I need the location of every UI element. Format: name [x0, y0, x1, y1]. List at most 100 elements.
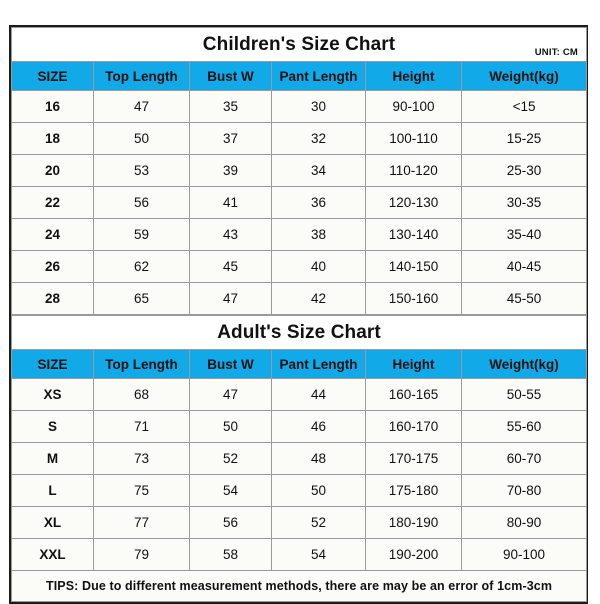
column-header-size: SIZE — [11, 349, 94, 379]
cell-size: M — [11, 442, 94, 475]
table-row: 16 47 35 30 90-100 <15 — [11, 90, 588, 123]
column-header-pant-length: Pant Length — [271, 349, 366, 379]
adult-title-cell: Adult's Size Chart — [11, 315, 587, 350]
cell-size: XL — [11, 506, 94, 539]
cell-height: 110-120 — [365, 154, 462, 187]
cell-bust-w: 41 — [189, 186, 272, 219]
column-header-top-length: Top Length — [93, 349, 190, 379]
cell-size: 22 — [11, 186, 94, 219]
cell-weight: 70-80 — [461, 474, 587, 507]
adult-chart-title: Adult's Size Chart — [217, 322, 381, 343]
cell-size: 28 — [11, 282, 94, 315]
cell-weight: 90-100 — [461, 538, 587, 571]
cell-weight: <15 — [460, 90, 588, 123]
column-header-bust-w: Bust W — [189, 349, 272, 379]
cell-size: 26 — [11, 250, 94, 283]
table-row: M 73 52 48 170-175 60-70 — [11, 442, 587, 475]
cell-height: 160-170 — [365, 410, 462, 443]
cell-height: 170-175 — [365, 442, 462, 475]
cell-top-length: 73 — [93, 442, 190, 475]
cell-height: 160-165 — [365, 378, 462, 411]
cell-pant-length: 38 — [271, 218, 366, 251]
cell-bust-w: 45 — [189, 250, 272, 283]
children-title-cell: Children's Size Chart UNIT: CM — [10, 27, 588, 62]
cell-weight: 60-70 — [461, 442, 587, 475]
cell-height: 130-140 — [365, 218, 462, 251]
cell-top-length: 77 — [93, 506, 190, 539]
cell-height: 180-190 — [365, 506, 462, 539]
tips-row: TIPS: Due to different measurement metho… — [11, 570, 587, 602]
column-header-height: Height — [365, 61, 462, 91]
cell-bust-w: 37 — [189, 122, 272, 155]
table-row: 24 59 43 38 130-140 35-40 — [11, 218, 588, 251]
cell-bust-w: 54 — [189, 474, 272, 507]
cell-top-length: 68 — [93, 378, 190, 411]
cell-weight: 80-90 — [461, 506, 587, 539]
table-row: S 71 50 46 160-170 55-60 — [11, 410, 587, 443]
cell-height: 150-160 — [365, 282, 462, 315]
table-row: XL 77 56 52 180-190 80-90 — [11, 506, 587, 539]
cell-bust-w: 47 — [189, 282, 272, 315]
cell-bust-w: 58 — [189, 538, 272, 571]
cell-pant-length: 54 — [271, 538, 366, 571]
cell-weight: 55-60 — [461, 410, 587, 443]
cell-weight: 40-45 — [460, 250, 588, 283]
children-table-body: Children's Size Chart UNIT: CM SIZE Top … — [10, 27, 588, 315]
column-header-height: Height — [365, 349, 462, 379]
cell-top-length: 59 — [93, 218, 190, 251]
cell-pant-length: 50 — [271, 474, 366, 507]
cell-bust-w: 47 — [189, 378, 272, 411]
children-header-row: SIZE Top Length Bust W Pant Length Heigh… — [11, 61, 588, 91]
cell-pant-length: 40 — [271, 250, 366, 283]
table-row: 18 50 37 32 100-110 15-25 — [11, 122, 588, 155]
table-row: 20 53 39 34 110-120 25-30 — [11, 154, 588, 187]
cell-height: 140-150 — [365, 250, 462, 283]
cell-size: 18 — [11, 122, 94, 155]
cell-pant-length: 44 — [271, 378, 366, 411]
cell-weight: 45-50 — [460, 282, 588, 315]
cell-pant-length: 42 — [271, 282, 366, 315]
cell-bust-w: 50 — [189, 410, 272, 443]
cell-pant-length: 46 — [271, 410, 366, 443]
cell-height: 190-200 — [365, 538, 462, 571]
cell-bust-w: 43 — [189, 218, 272, 251]
children-size-table: Children's Size Chart UNIT: CM SIZE Top … — [10, 27, 588, 315]
cell-size: 20 — [11, 154, 94, 187]
cell-height: 120-130 — [365, 186, 462, 219]
cell-bust-w: 52 — [189, 442, 272, 475]
adult-table-body: Adult's Size Chart SIZE Top Length Bust … — [11, 315, 587, 602]
cell-weight: 25-30 — [460, 154, 588, 187]
adult-size-table: Adult's Size Chart SIZE Top Length Bust … — [11, 315, 587, 602]
column-header-bust-w: Bust W — [189, 61, 272, 91]
size-chart-container: Children's Size Chart UNIT: CM SIZE Top … — [9, 25, 588, 604]
cell-top-length: 71 — [93, 410, 190, 443]
cell-pant-length: 48 — [271, 442, 366, 475]
table-row: L 75 54 50 175-180 70-80 — [11, 474, 587, 507]
cell-top-length: 79 — [93, 538, 190, 571]
cell-size: XS — [11, 378, 94, 411]
cell-height: 175-180 — [365, 474, 462, 507]
cell-top-length: 62 — [93, 250, 190, 283]
cell-size: 24 — [11, 218, 94, 251]
cell-size: XXL — [11, 538, 94, 571]
cell-top-length: 47 — [93, 90, 190, 123]
column-header-top-length: Top Length — [93, 61, 190, 91]
cell-top-length: 65 — [93, 282, 190, 315]
cell-size: 16 — [11, 90, 94, 123]
cell-size: L — [11, 474, 94, 507]
column-header-weight: Weight(kg) — [461, 349, 587, 379]
cell-bust-w: 35 — [189, 90, 272, 123]
cell-top-length: 53 — [93, 154, 190, 187]
cell-top-length: 56 — [93, 186, 190, 219]
children-chart-title: Children's Size Chart — [202, 34, 396, 55]
table-row: 28 65 47 42 150-160 45-50 — [11, 282, 588, 315]
tips-note: TIPS: Due to different measurement metho… — [11, 570, 587, 602]
table-row: 22 56 41 36 120-130 30-35 — [11, 186, 588, 219]
cell-height: 100-110 — [365, 122, 462, 155]
cell-size: S — [11, 410, 94, 443]
column-header-pant-length: Pant Length — [271, 61, 366, 91]
cell-pant-length: 30 — [271, 90, 366, 123]
cell-top-length: 50 — [93, 122, 190, 155]
children-title-row: Children's Size Chart UNIT: CM — [10, 27, 588, 62]
unit-label: UNIT: CM — [534, 47, 579, 58]
